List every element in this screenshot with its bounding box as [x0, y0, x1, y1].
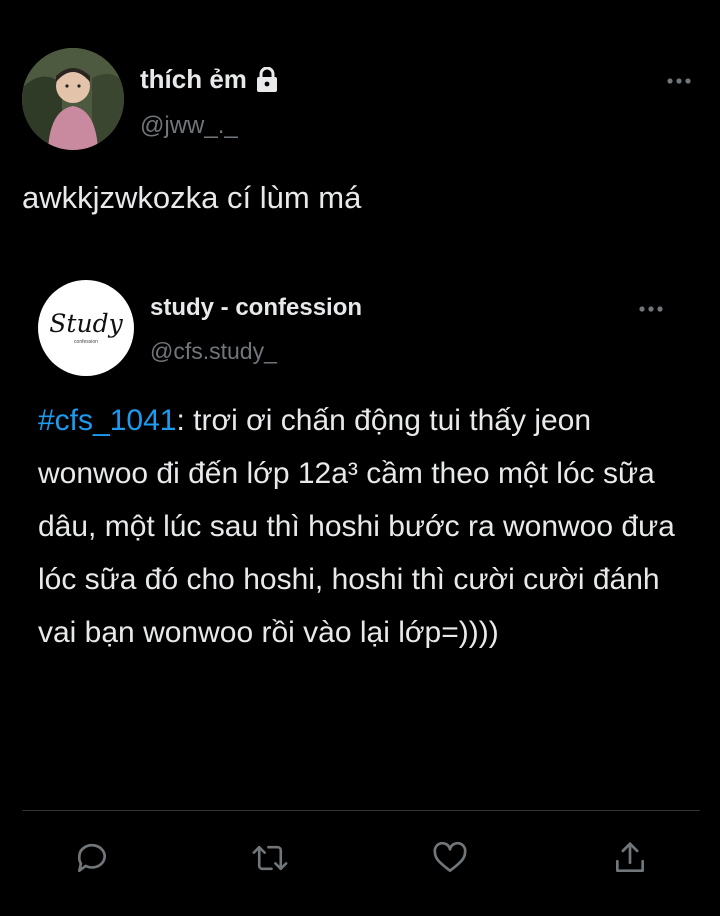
hashtag-link[interactable]: #cfs_1041	[38, 404, 176, 437]
retweet-icon	[250, 839, 290, 877]
quoted-user-handle[interactable]: @cfs.study_	[150, 338, 277, 365]
share-button[interactable]	[608, 836, 652, 880]
quoted-user-avatar[interactable]: Study confession	[38, 280, 134, 376]
tweet-header: thích ẻm @jww_._	[22, 48, 698, 158]
quoted-tweet-card[interactable]: Study confession study - confession @cfs…	[22, 262, 698, 782]
share-icon	[611, 839, 649, 877]
user-avatar[interactable]	[22, 48, 124, 150]
quoted-more-horizontal-icon[interactable]	[638, 300, 664, 318]
reply-button[interactable]	[70, 836, 114, 880]
like-button[interactable]	[428, 836, 472, 880]
tweet-actions-bar	[0, 836, 720, 886]
quoted-body-text: : trơi ơi chấn động tui thấy jeon wonwoo…	[38, 404, 675, 649]
more-horizontal-icon[interactable]	[666, 72, 692, 90]
avatar-logo-subtext: confession	[74, 339, 98, 345]
display-name-text[interactable]: thích ẻm	[140, 64, 247, 95]
heart-icon	[430, 839, 470, 877]
lock-icon	[255, 66, 279, 93]
quoted-tweet-text: #cfs_1041: trơi ơi chấn động tui thấy je…	[38, 394, 698, 659]
tweet-text: awkkjzwkozka cí lùm má	[22, 180, 362, 215]
quoted-display-name[interactable]: study - confession	[150, 294, 362, 322]
retweet-button[interactable]	[248, 836, 292, 880]
avatar-logo-text: Study	[49, 309, 123, 338]
display-name[interactable]: thích ẻm	[140, 64, 279, 95]
action-divider	[22, 810, 700, 811]
user-handle[interactable]: @jww_._	[140, 112, 238, 140]
reply-icon	[73, 839, 111, 877]
